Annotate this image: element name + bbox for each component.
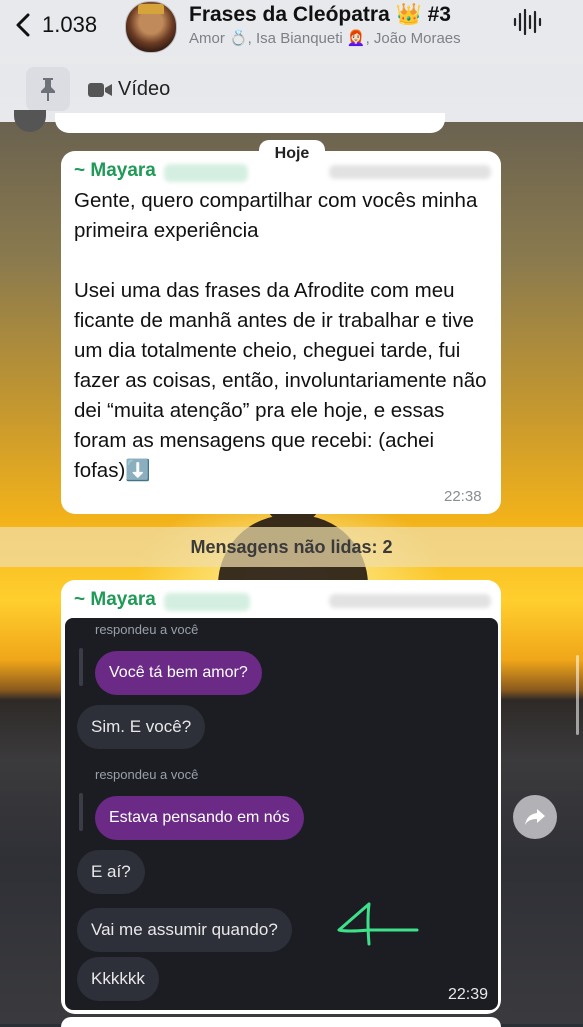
audio-wave-icon[interactable] bbox=[512, 8, 542, 36]
pinned-video[interactable]: Vídeo bbox=[88, 78, 170, 101]
back-button[interactable]: 1.038 bbox=[14, 10, 97, 40]
sender-name[interactable]: ~ Mayara bbox=[74, 160, 156, 182]
forward-button[interactable] bbox=[513, 795, 557, 839]
sent-message-pill: Estava pensando em nós bbox=[95, 796, 304, 840]
received-message-pill: Sim. E você? bbox=[77, 705, 206, 749]
previous-message-bubble[interactable] bbox=[55, 113, 445, 133]
hand-drawn-arrow bbox=[337, 902, 419, 946]
pin-icon bbox=[41, 78, 55, 101]
date-chip: Hoje bbox=[259, 140, 325, 166]
blurred-name bbox=[164, 164, 248, 182]
reply-line bbox=[79, 793, 83, 831]
unread-messages-banner: Mensagens não lidas: 2 bbox=[0, 527, 583, 567]
group-avatar[interactable] bbox=[125, 1, 177, 53]
received-message-pill: Vai me assumir quando? bbox=[77, 908, 292, 952]
image-message-bubble[interactable]: ~ Mayara respondeu a você Você tá bem am… bbox=[61, 580, 501, 1014]
sender-name[interactable]: ~ Mayara bbox=[74, 589, 156, 611]
forward-arrow-icon bbox=[525, 809, 545, 825]
unread-count: 1.038 bbox=[42, 12, 98, 37]
blurred-phone bbox=[329, 594, 491, 608]
chat-members: Amor 💍, Isa Bianqueti 👩🏻‍🦰, João Moraes bbox=[189, 30, 461, 47]
received-message-pill: Kkkkkk bbox=[77, 957, 159, 1001]
pinned-label: Vídeo bbox=[118, 78, 171, 100]
chat-header: 1.038 Frases da Cleópatra 👑 #3 Amor 💍, I… bbox=[0, 0, 583, 64]
scrollbar[interactable] bbox=[576, 655, 579, 735]
message-bubble[interactable]: ~ Mayara Gente, quero compartilhar com v… bbox=[61, 151, 501, 514]
chat-info[interactable]: Frases da Cleópatra 👑 #3 Amor 💍, Isa Bia… bbox=[189, 3, 499, 47]
reply-hint: respondeu a você bbox=[95, 767, 199, 782]
video-camera-icon bbox=[88, 82, 112, 97]
blurred-phone bbox=[329, 165, 491, 179]
received-message-pill: E aí? bbox=[77, 850, 145, 894]
chevron-left-icon bbox=[16, 13, 30, 37]
reply-hint: respondeu a você bbox=[95, 622, 199, 637]
chat-title: Frases da Cleópatra 👑 #3 bbox=[189, 3, 451, 26]
message-text: Gente, quero compartilhar com vocês minh… bbox=[74, 189, 487, 482]
message-time: 22:38 bbox=[444, 488, 482, 505]
pin-button[interactable] bbox=[26, 67, 70, 111]
reply-line bbox=[79, 648, 83, 686]
chat-screenshot-image[interactable]: respondeu a você Você tá bem amor? Sim. … bbox=[65, 618, 498, 1010]
blurred-name bbox=[164, 593, 250, 611]
sent-message-pill: Você tá bem amor? bbox=[95, 651, 262, 695]
message-time: 22:39 bbox=[447, 986, 488, 1003]
next-message-bubble[interactable] bbox=[61, 1017, 501, 1027]
